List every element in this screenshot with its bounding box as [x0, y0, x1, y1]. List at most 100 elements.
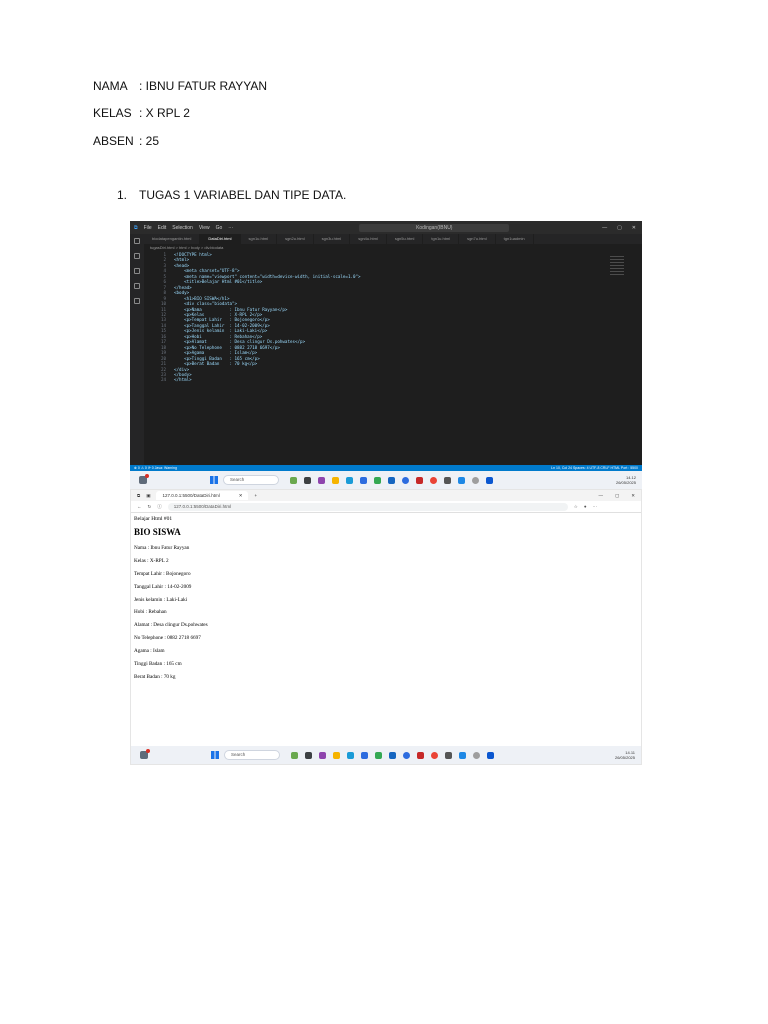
editor-area: biodatapengantin.html DataDiri.html sgn1…	[144, 234, 642, 465]
notification-icon[interactable]	[140, 749, 150, 759]
copilot-icon[interactable]	[319, 751, 326, 759]
menu-file[interactable]: File	[144, 225, 152, 231]
code-line[interactable]: 24 </html>	[148, 377, 642, 382]
explorer-icon[interactable]	[134, 238, 140, 244]
editor-tab[interactable]: sgn1u.html	[241, 234, 278, 244]
folder-icon[interactable]	[333, 751, 340, 759]
biodata-row: Tanggal Lahir : 14-02-2009	[134, 583, 192, 590]
code-text: <p>Tempat Lahir : Bojonegoro</p>	[174, 317, 270, 323]
app-icon[interactable]	[375, 751, 382, 759]
code-text: <h1>BIO SISWA</h1>	[174, 295, 230, 301]
taskbar-search[interactable]: Search	[224, 750, 280, 760]
vscode-taskbar-icon[interactable]	[458, 476, 465, 484]
widget-icon[interactable]	[291, 751, 298, 759]
info-icon[interactable]: ⓘ	[157, 504, 162, 510]
new-tab-icon[interactable]: +	[254, 493, 257, 498]
reload-icon[interactable]: ↻	[148, 504, 152, 510]
window-controls: — ▢ ✕	[602, 225, 642, 231]
editor-tab[interactable]: sgn5u.html	[387, 234, 424, 244]
tab-list-icon[interactable]: ▣	[146, 493, 150, 499]
browser-tab[interactable]: 127.0.0.1:5500/DataDiri.html ✕	[156, 491, 249, 500]
app-dot-icon[interactable]	[472, 476, 479, 484]
task-title: TUGAS 1 VARIABEL DAN TIPE DATA.	[139, 188, 347, 202]
mcafee-icon[interactable]	[417, 751, 424, 759]
mail-icon[interactable]	[389, 751, 396, 759]
menu-more[interactable]: ···	[228, 225, 233, 231]
system-tray[interactable]: 14.11 26/05/2025	[615, 750, 635, 760]
tab-close-icon[interactable]: ✕	[239, 491, 243, 500]
vscode-titlebar: ⧉ File Edit Selection View Go ··· Koding…	[130, 221, 642, 234]
absen-value: : 25	[139, 134, 160, 148]
breadcrumb[interactable]: tugasDiri.html > html > body > div.bioda…	[144, 244, 642, 252]
terminal-icon[interactable]	[444, 476, 451, 484]
code-text: </div>	[174, 366, 190, 372]
minimize-icon[interactable]: —	[602, 225, 607, 231]
file-explorer-icon[interactable]	[305, 751, 312, 759]
class-row: KELAS : X RPL 2	[93, 106, 190, 120]
back-icon[interactable]: ←	[137, 504, 142, 509]
app-icon[interactable]	[374, 476, 381, 484]
notification-icon[interactable]	[139, 474, 149, 484]
close-icon[interactable]: ✕	[632, 225, 636, 231]
windows-start-icon[interactable]	[211, 751, 219, 759]
vscode-taskbar-icon[interactable]	[459, 751, 466, 759]
menu-edit[interactable]: Edit	[158, 225, 167, 231]
minimap[interactable]	[610, 256, 624, 276]
close-icon[interactable]: ✕	[631, 493, 635, 499]
copilot-icon[interactable]	[318, 476, 325, 484]
profile-icon[interactable]: ●	[584, 504, 587, 509]
app-dot-icon[interactable]	[473, 751, 480, 759]
folder-icon[interactable]	[332, 476, 339, 484]
editor-tab[interactable]: biodatapengantin.html	[144, 234, 201, 244]
edge-icon[interactable]	[347, 751, 354, 759]
more-icon[interactable]: ···	[593, 504, 598, 509]
taskbar-center: Search	[210, 475, 493, 485]
favorite-icon[interactable]: ☆	[574, 504, 578, 510]
help-icon[interactable]	[403, 751, 410, 759]
chrome-icon[interactable]	[431, 751, 438, 759]
url-input[interactable]: 127.0.0.1:5500/DataDiri.html	[167, 502, 568, 511]
editor-tab-active[interactable]: DataDiri.html	[200, 234, 241, 244]
mcafee-icon[interactable]	[416, 476, 423, 484]
editor-tab[interactable]: tgn1uadmin	[496, 234, 534, 244]
address-bar-row: ← ↻ ⓘ 127.0.0.1:5500/DataDiri.html ☆ ● ·…	[131, 501, 641, 513]
maximize-icon[interactable]: ▢	[615, 493, 619, 499]
status-left[interactable]: ⊗ 0 ⚠ 0 ⟳ 0 Java: Warning	[134, 466, 177, 470]
file-explorer-icon[interactable]	[304, 476, 311, 484]
taskbar-search[interactable]: Search	[223, 475, 279, 485]
photos-icon[interactable]	[486, 476, 493, 484]
windows-start-icon[interactable]	[210, 476, 218, 484]
photos-icon[interactable]	[487, 751, 494, 759]
maximize-icon[interactable]: ▢	[617, 225, 622, 231]
menu-view[interactable]: View	[199, 225, 210, 231]
code-text: </head>	[174, 284, 192, 290]
extensions-icon[interactable]	[134, 298, 140, 304]
editor-tab[interactable]: sgn7u.html	[459, 234, 496, 244]
code-text: <div class="biodata">	[174, 301, 238, 307]
edge-icon[interactable]	[346, 476, 353, 484]
run-debug-icon[interactable]	[134, 283, 140, 289]
search-icon[interactable]	[134, 253, 140, 259]
code-editor[interactable]: 1 <!DOCTYPE html> 2 <html> 3 <head> 4 <meta ch…	[144, 252, 642, 383]
help-icon[interactable]	[402, 476, 409, 484]
editor-tab[interactable]: sgn3u.html	[314, 234, 351, 244]
menu-selection[interactable]: Selection	[172, 225, 193, 231]
name-row: NAMA : IBNU FATUR RAYYAN	[93, 79, 267, 93]
store-icon[interactable]	[360, 476, 367, 484]
editor-tab[interactable]: tgn1u.html	[423, 234, 460, 244]
source-control-icon[interactable]	[134, 268, 140, 274]
menu-go[interactable]: Go	[216, 225, 223, 231]
name-value: : IBNU FATUR RAYYAN	[139, 79, 268, 93]
store-icon[interactable]	[361, 751, 368, 759]
editor-tab[interactable]: sgn2u.html	[277, 234, 314, 244]
editor-tab[interactable]: sgn4u.html	[350, 234, 387, 244]
mail-icon[interactable]	[388, 476, 395, 484]
tab-actions-icon[interactable]: ⧉	[137, 493, 140, 498]
terminal-icon[interactable]	[445, 751, 452, 759]
code-text: <meta charset="UTF-8">	[174, 268, 240, 274]
command-center[interactable]: Kodingan(IBNU)	[359, 223, 510, 232]
system-tray[interactable]: 14.12 26/05/2025	[616, 475, 636, 485]
widget-icon[interactable]	[290, 476, 297, 484]
minimize-icon[interactable]: —	[598, 493, 603, 499]
chrome-icon[interactable]	[430, 476, 437, 484]
